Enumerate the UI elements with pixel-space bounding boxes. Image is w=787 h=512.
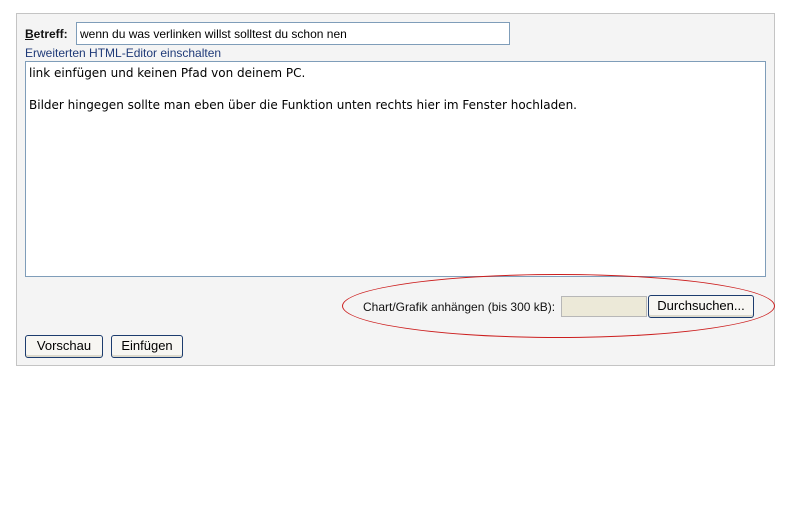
message-line: Bilder hingegen sollte man eben über die…	[29, 98, 577, 112]
html-editor-toggle-link[interactable]: Erweiterten HTML-Editor einschalten	[25, 46, 221, 60]
subject-label: Betreff:	[25, 27, 68, 41]
attachment-label: Chart/Grafik anhängen (bis 300 kB):	[363, 300, 556, 314]
message-textarea[interactable]: link einfügen und keinen Pfad von deinem…	[25, 61, 766, 277]
attachment-file-field[interactable]	[561, 296, 647, 317]
subject-label-text: etreff:	[33, 27, 68, 41]
browse-button[interactable]: Durchsuchen...	[648, 295, 754, 318]
preview-button[interactable]: Vorschau	[25, 335, 103, 358]
subject-label-accesskey: B	[25, 27, 34, 41]
subject-input[interactable]	[76, 22, 510, 45]
message-line: link einfügen und keinen Pfad von deinem…	[29, 66, 306, 80]
message-line-blank	[29, 81, 762, 97]
post-form-panel: Betreff: Erweiterten HTML-Editor einscha…	[16, 13, 775, 366]
insert-button[interactable]: Einfügen	[111, 335, 183, 358]
